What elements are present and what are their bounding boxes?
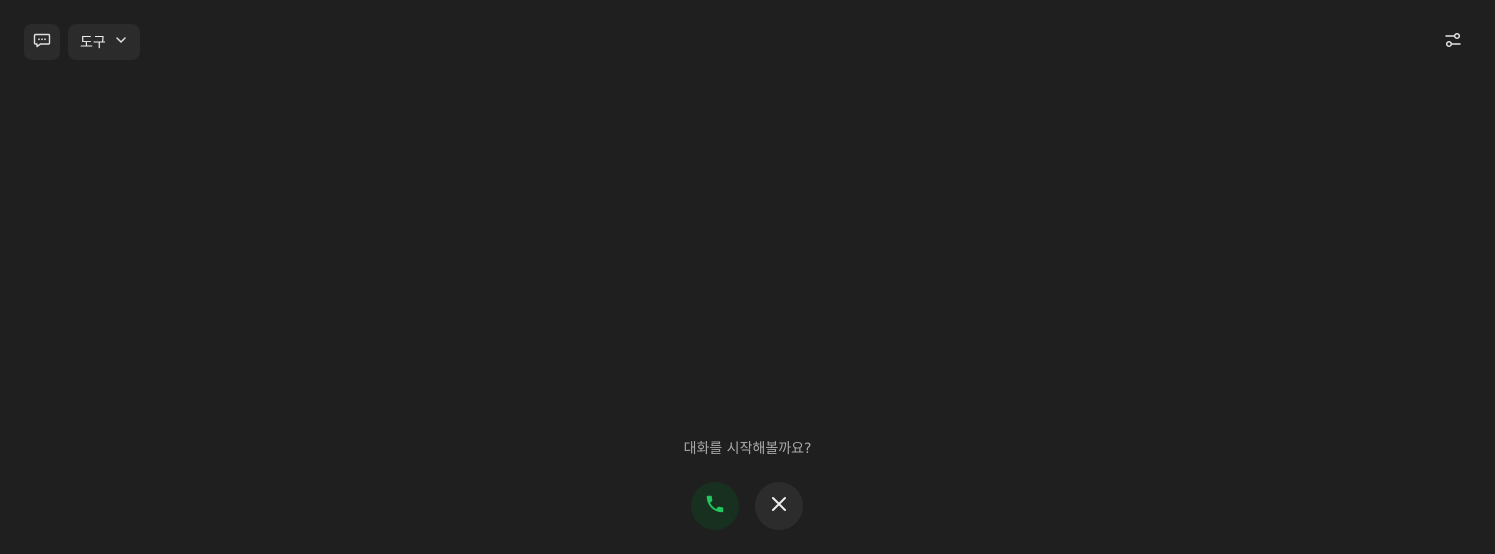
start-call-button[interactable] [691, 482, 739, 530]
phone-icon [704, 493, 726, 519]
sliders-icon [1444, 31, 1462, 53]
chat-bubble-icon [33, 31, 51, 53]
tools-dropdown-button[interactable]: 도구 [68, 24, 140, 60]
settings-button[interactable] [1435, 24, 1471, 60]
call-controls [691, 482, 803, 530]
close-icon [769, 494, 789, 518]
start-conversation-prompt: 대화를 시작해볼까요? [683, 441, 812, 457]
top-toolbar: 도구 [24, 24, 140, 60]
chat-button[interactable] [24, 24, 60, 60]
close-button[interactable] [755, 482, 803, 530]
app-root: 도구 대화를 시작해볼까요? [0, 0, 1495, 554]
chevron-down-icon [114, 33, 128, 51]
tools-label: 도구 [80, 35, 106, 51]
